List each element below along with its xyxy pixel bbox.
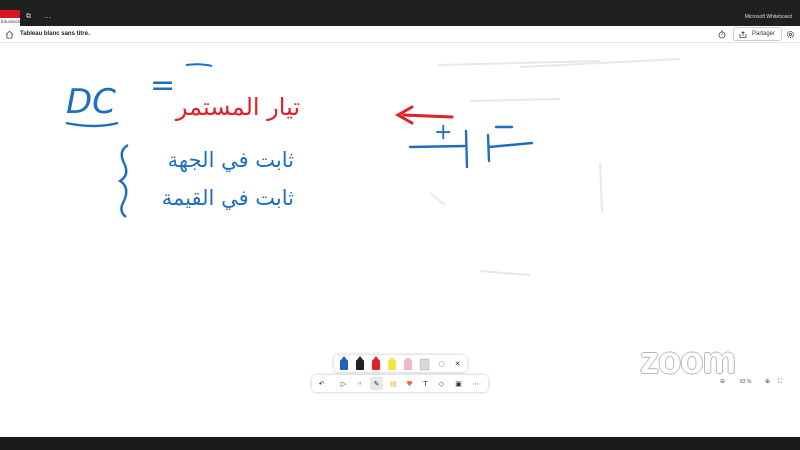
chevron-down-icon[interactable]: ⌄ <box>86 29 92 37</box>
close-icon[interactable]: ✕ <box>451 357 464 370</box>
arabic-title: تيار المستمر <box>175 93 300 121</box>
title-more-button[interactable]: … <box>44 12 51 20</box>
logo-caption: Eduvision <box>1 19 21 24</box>
whiteboard-toolbar: Tableau blanc sans titre ⌄ Partager <box>0 26 800 43</box>
arabic-line-2: ثابت في القيمة <box>162 186 294 210</box>
board-title[interactable]: Tableau blanc sans titre <box>20 31 88 37</box>
share-icon <box>739 31 747 38</box>
image-icon[interactable]: ▣ <box>452 377 465 390</box>
arabic-line-1: ثابت في الجهة <box>168 148 294 172</box>
fit-to-screen-icon[interactable]: ⛶ <box>778 378 782 386</box>
gear-icon[interactable] <box>786 30 795 39</box>
timer-icon[interactable] <box>718 30 726 39</box>
bottom-bar <box>0 437 800 450</box>
share-label: Partager <box>752 31 776 37</box>
title-bar: Eduvision ⧉ … Microsoft Whiteboard <box>0 0 800 26</box>
window-switch-button[interactable]: ⧉ <box>26 12 31 21</box>
zoom-level: 83 % <box>740 379 752 385</box>
zoom-in-icon[interactable]: ⊕ <box>765 378 770 385</box>
pen-icon[interactable]: ✎ <box>370 377 383 390</box>
yellow-highlighter[interactable] <box>388 357 396 370</box>
brace <box>117 143 129 218</box>
battery-symbol <box>408 125 534 169</box>
pink-highlighter[interactable] <box>404 357 412 370</box>
pen-set <box>340 356 430 371</box>
battery-plus: + <box>434 120 452 145</box>
title-dash <box>185 63 213 67</box>
more-icon[interactable]: ⋯ <box>469 377 482 390</box>
dc-label: DC <box>66 82 116 122</box>
red-pen[interactable] <box>372 356 380 370</box>
note-icon[interactable]: ▤ <box>387 377 400 390</box>
undo-icon[interactable]: ↶ <box>315 377 328 390</box>
zoom-watermark: zoom <box>640 340 736 382</box>
pen-tray: ◌ ✕ <box>334 355 467 372</box>
share-button[interactable]: Partager <box>733 27 782 41</box>
reaction-icon[interactable]: ♥ <box>403 377 416 390</box>
lasso-icon[interactable]: ◌ <box>435 357 448 370</box>
blue-pen[interactable] <box>340 356 348 370</box>
touch-icon[interactable]: ☝ <box>353 377 366 390</box>
text-icon[interactable]: T <box>419 377 432 390</box>
main-toolbar: ↶ ▷ ☝ ✎ ▤ ♥ T ◇ ▣ ⋯ <box>312 375 488 392</box>
meeting-logo: Eduvision <box>0 10 20 26</box>
app-name: Microsoft Whiteboard <box>744 14 792 20</box>
black-pen[interactable] <box>356 356 364 370</box>
shapes-icon[interactable]: ◇ <box>435 377 448 390</box>
logo-flag <box>0 10 20 18</box>
eraser[interactable] <box>419 358 430 371</box>
equals-sign: = <box>150 68 175 103</box>
home-icon[interactable] <box>5 30 14 39</box>
select-icon[interactable]: ▷ <box>337 377 350 390</box>
dc-underline <box>65 121 119 128</box>
